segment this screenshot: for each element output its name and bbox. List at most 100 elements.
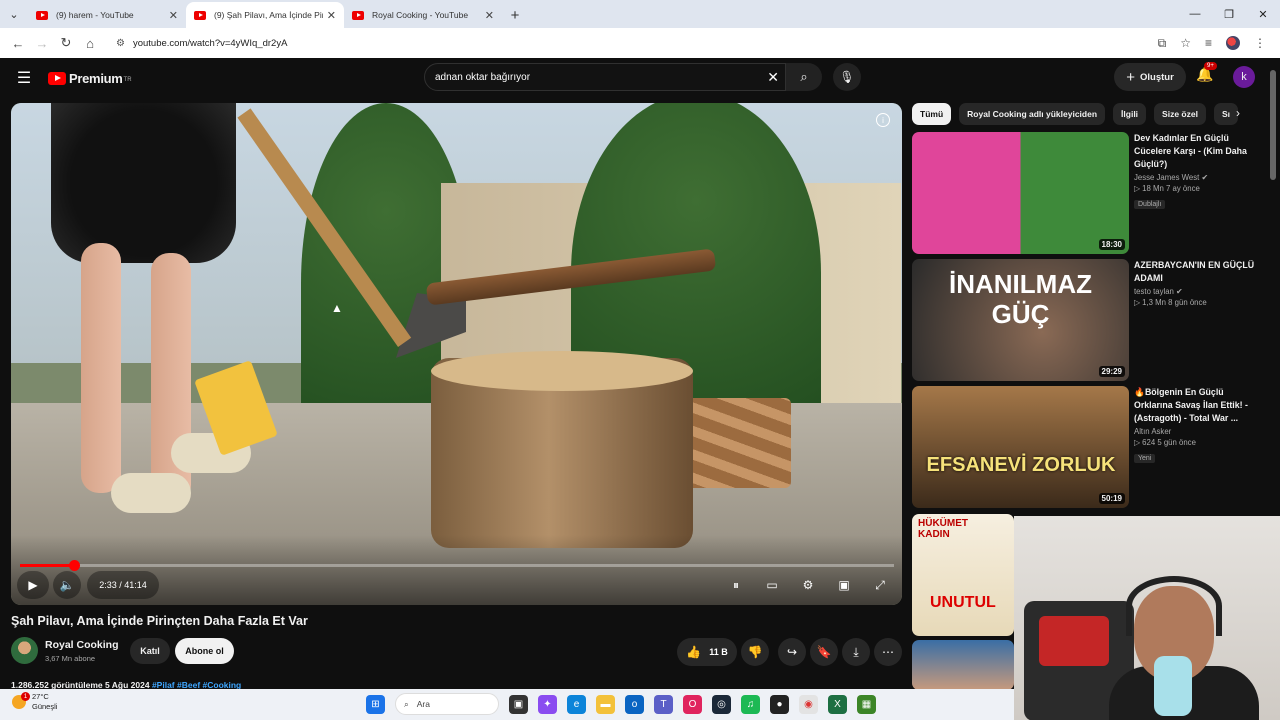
play-icon: ▶ [28,578,38,592]
teams-icon[interactable]: T [654,694,673,714]
rec-channel[interactable]: Jesse James West ✔ [1134,173,1256,182]
search-icon: ⌕ [800,69,808,84]
youtube-favicon-icon [194,10,206,20]
clear-search-icon[interactable]: ✕ [767,69,779,86]
channel-name[interactable]: Royal Cooking [45,639,119,651]
play-button[interactable]: ▶ [17,571,49,599]
close-tab-icon[interactable]: ✕ [169,9,178,22]
browser-tab-1[interactable]: (9) harem - YouTube ✕ [28,2,186,28]
search-input[interactable]: adnan oktar bağırıyor ✕ [424,63,786,91]
subtitles-icon[interactable]: ▭ [756,571,788,599]
rec-title[interactable]: AZERBAYCAN'IN EN GÜÇLÜ ADAMI [1134,259,1256,285]
new-tab-button[interactable]: + [502,2,528,28]
subscribe-button[interactable]: Abone ol [175,638,234,664]
youtube-logo-icon [48,71,66,85]
chip-more[interactable]: Sı [1213,103,1238,125]
chip-label: Sı [1221,109,1230,119]
minecraft-icon[interactable]: ▦ [857,694,876,714]
recommended-video[interactable]: 18:30 Dev Kadınlar En Güçlü Cücelere Kar… [912,132,1252,254]
close-window-icon[interactable]: ✕ [1246,0,1280,28]
steam-icon[interactable]: ◎ [712,694,731,714]
forward-icon[interactable]: → [30,36,54,51]
download-button[interactable]: ⤓ [842,638,870,666]
chrome-icon[interactable]: ◉ [799,694,818,714]
search-button[interactable]: ⌕ [786,63,822,91]
create-button[interactable]: + Oluştur [1114,63,1186,91]
browser-tab-3[interactable]: Royal Cooking - YouTube ✕ [344,2,502,28]
video-thumbnail[interactable]: İNANILMAZ GÜÇ 29:29 [912,259,1129,381]
hamburger-menu-icon[interactable]: ☰ [0,68,48,88]
webcam-chair-red [1039,616,1109,666]
rec-title[interactable]: 🔥Bölgenin En Güçlü Orklarına Savaş İlan … [1134,386,1256,425]
rec-title[interactable]: Dev Kadınlar En Güçlü Cücelere Karşı - (… [1134,132,1256,171]
app-icon[interactable]: ● [770,694,789,714]
media-control-icon[interactable]: ≡ [1205,36,1212,51]
account-avatar[interactable]: k [1233,66,1255,88]
progress-bar[interactable] [20,560,894,571]
browser-menu-icon[interactable]: ⋮ [1254,36,1266,51]
restore-icon[interactable]: ❐ [1212,0,1246,28]
voice-search-button[interactable]: 🎙 [833,63,861,91]
webcam-lamp [1154,656,1192,716]
site-info-icon[interactable]: ⚙ [116,38,125,49]
mute-button[interactable]: 🔈 [53,571,81,599]
more-actions-button[interactable]: ⋯ [874,638,902,666]
youtube-premium-logo[interactable]: Premium TR [48,71,132,86]
video-frame-shoe [111,473,191,513]
video-thumbnail[interactable]: EFSANEVİ ZORLUK 50:19 [912,386,1129,508]
task-view-icon[interactable]: ▣ [509,694,528,714]
outlook-icon[interactable]: o [625,694,644,714]
chip-for-you[interactable]: Size özel [1154,103,1206,125]
channel-avatar[interactable] [11,637,38,664]
install-app-icon[interactable]: ⧉ [1158,36,1167,51]
chip-all[interactable]: Tümü [912,103,952,125]
copilot-icon[interactable]: ✦ [538,694,557,714]
more-icon: ⋯ [882,645,894,659]
video-thumbnail[interactable]: 18:30 [912,132,1129,254]
bookmark-star-icon[interactable]: ☆ [1180,36,1191,51]
video-info-icon[interactable]: i [876,113,890,127]
chip-from-uploader[interactable]: Royal Cooking adlı yükleyiciden [959,103,1106,125]
file-explorer-icon[interactable]: ▬ [596,694,615,714]
reload-icon[interactable]: ↻ [54,35,78,51]
share-button[interactable]: ↪ [778,638,806,666]
recommended-video[interactable]: EFSANEVİ ZORLUK 50:19 🔥Bölgenin En Güçlü… [912,386,1252,508]
like-button[interactable]: 👍 11 B [677,638,737,666]
close-tab-icon[interactable]: ✕ [327,9,336,22]
autoplay-toggle-icon[interactable]: ⏸ [720,571,752,599]
taskbar-search[interactable]: ⌕ Ara [395,693,499,715]
video-player[interactable]: i ▲ ▶ 🔈 2:33 / 41:14 ⏸ ▭ ⚙ ▣ ⤢ [11,103,902,605]
rec-channel[interactable]: Altın Asker [1134,427,1256,436]
video-thumbnail[interactable]: HÜKÜMET KADIN UNUTUL [912,514,1014,636]
home-icon[interactable]: ⌂ [78,36,102,51]
save-button[interactable]: 🔖 [810,638,838,666]
theater-mode-icon[interactable]: ▣ [828,571,860,599]
browser-tab-2[interactable]: (9) Şah Pilavı, Ama İçinde Pirinç ✕ [186,2,344,28]
back-icon[interactable]: ← [6,36,30,51]
fullscreen-icon[interactable]: ⤢ [864,571,896,599]
minimize-icon[interactable]: — [1178,0,1212,28]
video-thumbnail[interactable] [912,640,1014,690]
opera-icon[interactable]: O [683,694,702,714]
excel-icon[interactable]: X [828,694,847,714]
spotify-icon[interactable]: ♫ [741,694,760,714]
edge-icon[interactable]: e [567,694,586,714]
windows-start-icon[interactable]: ⊞ [366,694,385,714]
recommended-video[interactable]: İNANILMAZ GÜÇ 29:29 AZERBAYCAN'IN EN GÜÇ… [912,259,1254,381]
url-text: youtube.com/watch?v=4yWIq_dr2yA [132,37,288,49]
tab-search-dropdown[interactable]: ⌄ [0,0,28,28]
rec-channel[interactable]: testo taylan ✔ [1134,287,1256,296]
join-button[interactable]: Katıl [130,638,170,664]
profile-icon[interactable] [1226,35,1240,50]
notifications-button[interactable]: 🔔 9+ [1196,62,1217,83]
weather-widget[interactable]: 1 27°C Güneşli [12,692,57,712]
chevron-right-icon[interactable]: › [1236,106,1240,120]
settings-gear-icon[interactable]: ⚙ [792,571,824,599]
mouse-cursor-icon: ▲ [331,301,343,315]
chip-related[interactable]: İlgili [1113,103,1147,125]
dislike-button[interactable]: 👎 [741,638,769,666]
close-tab-icon[interactable]: ✕ [485,9,494,22]
url-field[interactable]: ⚙ youtube.com/watch?v=4yWIq_dr2yA [110,31,1158,55]
weather-condition: Güneşli [32,702,58,711]
page-scrollbar[interactable] [1270,70,1276,180]
